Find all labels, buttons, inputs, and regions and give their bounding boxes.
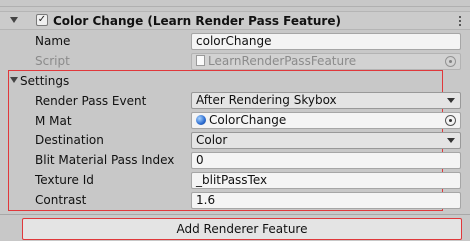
render-pass-event-value: After Rendering Skybox <box>196 93 337 107</box>
previous-component-edge <box>0 0 470 10</box>
render-pass-event-dropdown[interactable]: After Rendering Skybox <box>191 92 461 109</box>
destination-value: Color <box>196 133 228 147</box>
blit-material-pass-index-label: Blit Material Pass Index <box>35 153 175 167</box>
name-field[interactable]: colorChange <box>191 33 461 50</box>
component-enabled-checkbox[interactable]: ✓ <box>36 14 48 26</box>
material-icon <box>196 115 206 125</box>
name-label: Name <box>35 34 71 48</box>
settings-label[interactable]: Settings <box>20 72 69 90</box>
component-menu-icon[interactable] <box>455 14 465 28</box>
script-object-picker-icon <box>445 56 456 67</box>
texture-id-field[interactable]: _blitPassTex <box>191 172 461 189</box>
contrast-label: Contrast <box>35 193 87 207</box>
render-pass-event-label: Render Pass Event <box>35 94 147 108</box>
destination-dropdown[interactable]: Color <box>191 132 461 149</box>
dropdown-arrow-icon <box>447 98 455 103</box>
m-mat-object-picker-icon[interactable] <box>445 115 456 126</box>
script-field-value: LearnRenderPassFeature <box>208 54 357 68</box>
script-field: LearnRenderPassFeature <box>191 53 461 70</box>
section-divider <box>0 214 470 215</box>
m-mat-field[interactable]: ColorChange <box>191 112 461 129</box>
dropdown-arrow-icon <box>447 138 455 143</box>
m-mat-value: ColorChange <box>209 113 287 127</box>
m-mat-label: M Mat <box>35 114 72 128</box>
script-icon <box>196 55 205 66</box>
contrast-field[interactable]: 1.6 <box>191 192 461 209</box>
settings-foldout-icon[interactable] <box>10 77 18 83</box>
blit-material-pass-index-field[interactable]: 0 <box>191 152 461 169</box>
component-title: Color Change (Learn Render Pass Feature) <box>53 14 341 28</box>
script-label: Script <box>35 54 70 68</box>
destination-label: Destination <box>35 133 104 147</box>
add-renderer-feature-button[interactable]: Add Renderer Feature <box>22 218 462 240</box>
component-foldout-icon[interactable] <box>10 17 18 23</box>
texture-id-label: Texture Id <box>35 173 94 187</box>
